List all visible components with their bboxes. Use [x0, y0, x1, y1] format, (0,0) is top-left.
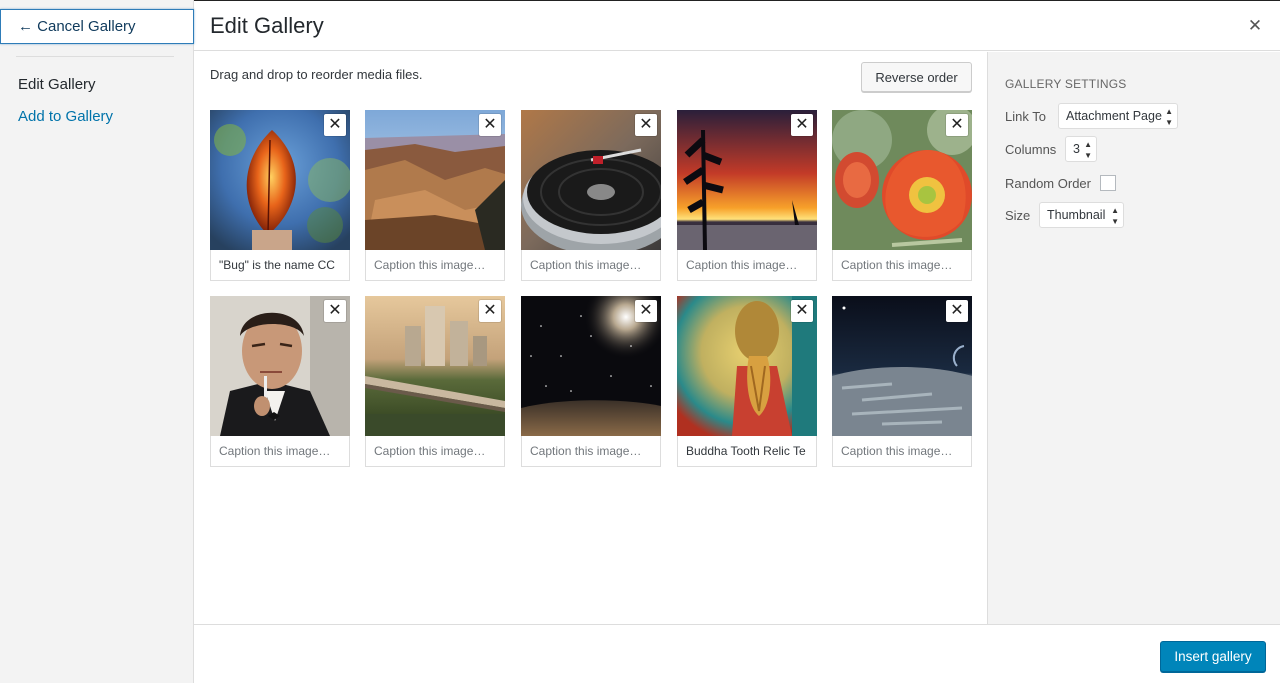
remove-image-icon[interactable]: ✕	[791, 114, 813, 136]
caption-input[interactable]	[677, 436, 817, 467]
select-arrows-icon: ▲ ▼	[1165, 107, 1173, 127]
gallery-tile[interactable]: ✕	[832, 296, 972, 468]
random-order-label: Random Order	[1005, 176, 1091, 191]
remove-image-icon[interactable]: ✕	[946, 300, 968, 322]
caption-input[interactable]	[210, 436, 350, 467]
columns-select[interactable]: 3 ▲ ▼	[1065, 136, 1097, 162]
gallery-content: Drag and drop to reorder media files. Re…	[194, 52, 987, 624]
select-arrows-icon: ▲ ▼	[1084, 140, 1092, 160]
settings-heading: GALLERY SETTINGS	[1005, 77, 1127, 91]
remove-image-icon[interactable]: ✕	[635, 300, 657, 322]
caption-input[interactable]	[365, 250, 505, 281]
size-value: Thumbnail	[1047, 208, 1106, 222]
link-to-select[interactable]: Attachment Page ▲ ▼	[1058, 103, 1178, 129]
close-icon[interactable]: ✕	[1246, 17, 1264, 35]
remove-image-icon[interactable]: ✕	[946, 114, 968, 136]
remove-image-icon[interactable]: ✕	[479, 114, 501, 136]
gallery-tile[interactable]: ✕	[832, 110, 972, 282]
gallery-tile[interactable]: ✕	[210, 296, 350, 468]
caption-input[interactable]	[832, 250, 972, 281]
link-to-label: Link To	[1005, 109, 1046, 124]
gallery-tile[interactable]: ✕	[521, 296, 661, 468]
caption-input[interactable]	[521, 250, 661, 281]
link-to-value: Attachment Page	[1066, 109, 1162, 123]
sidebar-separator	[16, 56, 174, 57]
select-arrows-icon: ▲ ▼	[1111, 206, 1119, 226]
insert-gallery-button[interactable]: Insert gallery	[1160, 641, 1266, 672]
cancel-gallery-button[interactable]: ← Cancel Gallery	[0, 9, 194, 44]
columns-label: Columns	[1005, 142, 1057, 157]
random-order-checkbox[interactable]	[1100, 175, 1116, 191]
gallery-tile[interactable]: ✕	[365, 296, 505, 468]
remove-image-icon[interactable]: ✕	[791, 300, 813, 322]
gallery-tile[interactable]: ✕	[521, 110, 661, 282]
media-sidebar: ← Cancel Gallery Edit Gallery Add to Gal…	[0, 0, 194, 683]
size-label: Size	[1005, 208, 1031, 223]
gallery-tile[interactable]: ✕	[677, 296, 817, 468]
size-select[interactable]: Thumbnail ▲ ▼	[1039, 202, 1124, 228]
gallery-tile[interactable]: ✕	[365, 110, 505, 282]
caption-input[interactable]	[210, 250, 350, 281]
modal-header: Edit Gallery ✕	[194, 0, 1280, 51]
caption-input[interactable]	[521, 436, 661, 467]
page-title: Edit Gallery	[210, 13, 324, 38]
sidebar-item-edit-gallery[interactable]: Edit Gallery	[18, 76, 96, 93]
caption-input[interactable]	[365, 436, 505, 467]
sidebar-item-add-to-gallery[interactable]: Add to Gallery	[18, 108, 113, 125]
media-toolbar: Insert gallery	[194, 624, 1280, 683]
caption-input[interactable]	[677, 250, 817, 281]
remove-image-icon[interactable]: ✕	[479, 300, 501, 322]
gallery-settings-panel: GALLERY SETTINGS Link To Attachment Page…	[987, 52, 1280, 624]
gallery-tile[interactable]: ✕	[210, 110, 350, 282]
reverse-order-button[interactable]: Reverse order	[861, 62, 972, 92]
remove-image-icon[interactable]: ✕	[324, 114, 346, 136]
drag-instructions: Drag and drop to reorder media files.	[210, 67, 423, 82]
remove-image-icon[interactable]: ✕	[635, 114, 657, 136]
caption-input[interactable]	[832, 436, 972, 467]
remove-image-icon[interactable]: ✕	[324, 300, 346, 322]
gallery-tile[interactable]: ✕	[677, 110, 817, 282]
columns-value: 3	[1073, 142, 1080, 156]
